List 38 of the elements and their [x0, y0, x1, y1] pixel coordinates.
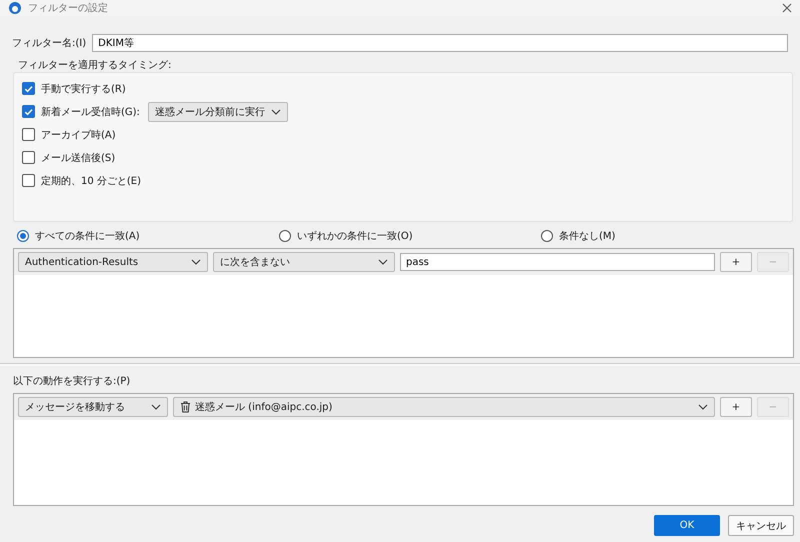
close-icon[interactable] [782, 3, 792, 13]
actions-label: 以下の動作を実行する:(P) [13, 374, 132, 388]
checkbox[interactable] [22, 174, 35, 187]
add-button[interactable]: + [720, 397, 752, 417]
filter-name-label: フィルター名:(I) [12, 37, 86, 50]
checkbox-label: アーカイブ時(A) [41, 128, 116, 142]
cancel-button[interactable]: キャンセル [728, 515, 794, 536]
header-dropdown[interactable]: Authentication-Results [18, 252, 208, 272]
checkbox[interactable] [22, 151, 35, 164]
radio-button[interactable] [279, 230, 291, 242]
ok-button[interactable]: OK [654, 515, 720, 536]
chevron-icon [151, 404, 161, 410]
radio-label: すべての条件に一致(A) [35, 230, 140, 243]
filter-name-field[interactable]: DKIM等 [92, 34, 788, 52]
chevron-icon [270, 108, 281, 114]
add-button[interactable]: + [720, 252, 752, 272]
condition-value-field[interactable]: pass [400, 253, 715, 271]
window-title: フィルターの設定 [28, 2, 108, 15]
action-dropdown[interactable]: メッセージを移動する [18, 397, 168, 417]
folder-dropdown[interactable]: 迷惑メール (info@aipc.co.jp) [173, 397, 715, 417]
checkbox-label: メール送信後(S) [41, 152, 116, 164]
checkbox-label: 新着メール受信時(G): [41, 106, 140, 118]
checkbox[interactable] [22, 82, 35, 95]
chevron-icon [698, 404, 708, 410]
chevron-icon [191, 259, 201, 265]
radio-label: 条件なし(M) [559, 230, 616, 243]
radio-button[interactable] [17, 230, 29, 242]
trash-icon [180, 401, 191, 413]
checkbox-label: 手動で実行する(R) [41, 82, 126, 96]
operator-dropdown[interactable]: に次を含まない [213, 252, 395, 272]
timing-dropdown[interactable]: 迷惑メール分類前に実行 [148, 102, 288, 122]
chevron-icon [378, 259, 388, 265]
timing-label: フィルターを適用するタイミング: [18, 58, 172, 72]
checkbox[interactable] [22, 105, 35, 118]
radio-button[interactable] [541, 230, 553, 242]
checkbox[interactable] [22, 128, 35, 141]
radio-label: いずれかの条件に一致(O) [297, 230, 413, 243]
checkbox-label: 定期的、10 分ごと(E) [41, 174, 142, 188]
